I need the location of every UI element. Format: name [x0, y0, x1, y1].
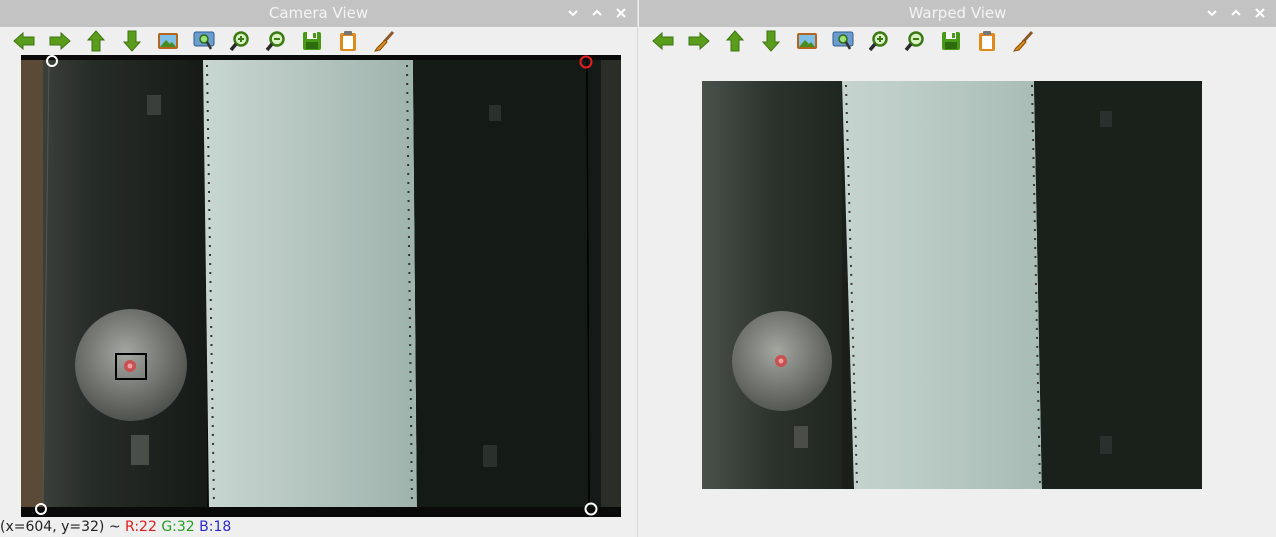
camera-view-window: Camera View (x=604, y=32) ~ R:22 G:32 B:…: [0, 0, 638, 537]
warped-view-window: Warped View: [639, 0, 1276, 537]
zoom-in-icon: [229, 31, 249, 52]
save-icon: [303, 32, 321, 50]
save-button[interactable]: [294, 28, 330, 54]
zoom-out-button[interactable]: [258, 28, 294, 54]
arrow-right-icon: [688, 31, 710, 51]
warped-image[interactable]: [702, 81, 1202, 489]
close-button[interactable]: [611, 3, 631, 23]
minimize-button[interactable]: [1202, 3, 1222, 23]
pixel-green-value: G:32: [161, 519, 195, 535]
zoom-fit-button[interactable]: [186, 28, 222, 54]
toolbar: [6, 28, 402, 54]
window-title: Camera View: [268, 4, 369, 22]
arrow-down-icon: [761, 30, 781, 52]
zoom-out-icon: [265, 31, 285, 52]
zoom-out-icon: [904, 31, 924, 52]
title-bar[interactable]: Warped View: [639, 0, 1276, 27]
arrow-up-icon: [86, 30, 106, 52]
maximize-button[interactable]: [587, 3, 607, 23]
minimize-button[interactable]: [563, 3, 583, 23]
camera-image[interactable]: [21, 55, 621, 517]
chevron-down-icon: [568, 10, 578, 17]
properties-button[interactable]: [366, 28, 402, 54]
pan-down-button[interactable]: [753, 28, 789, 54]
copy-icon: [979, 31, 995, 51]
chevron-up-icon: [592, 9, 602, 16]
window-title: Warped View: [908, 4, 1007, 22]
maximize-button[interactable]: [1226, 3, 1246, 23]
pan-up-button[interactable]: [78, 28, 114, 54]
close-icon: [1255, 8, 1265, 18]
pixel-blue-value: B:18: [199, 519, 232, 535]
pan-up-button[interactable]: [717, 28, 753, 54]
pan-right-button[interactable]: [681, 28, 717, 54]
status-bar: (x=604, y=32) ~ R:22 G:32 B:18: [0, 519, 231, 535]
arrow-up-icon: [725, 30, 745, 52]
toolbar: [645, 28, 1041, 54]
zoom-original-button[interactable]: [789, 28, 825, 54]
pixel-coords: (x=604, y=32) ~: [0, 519, 126, 535]
zoom-fit-icon: [832, 31, 854, 50]
zoom-in-button[interactable]: [861, 28, 897, 54]
image-icon: [797, 33, 817, 49]
chevron-down-icon: [1207, 10, 1217, 17]
arrow-left-icon: [652, 31, 674, 51]
zoom-in-button[interactable]: [222, 28, 258, 54]
copy-button[interactable]: [969, 28, 1005, 54]
chevron-up-icon: [1231, 9, 1241, 16]
pan-left-button[interactable]: [645, 28, 681, 54]
zoom-original-button[interactable]: [150, 28, 186, 54]
copy-icon: [340, 31, 356, 51]
copy-button[interactable]: [330, 28, 366, 54]
arrow-down-icon: [122, 30, 142, 52]
pan-right-button[interactable]: [42, 28, 78, 54]
title-bar[interactable]: Camera View: [0, 0, 637, 27]
zoom-in-icon: [868, 31, 888, 52]
zoom-fit-icon: [193, 31, 215, 50]
pan-down-button[interactable]: [114, 28, 150, 54]
zoom-out-button[interactable]: [897, 28, 933, 54]
save-button[interactable]: [933, 28, 969, 54]
arrow-right-icon: [49, 31, 71, 51]
properties-button[interactable]: [1005, 28, 1041, 54]
arrow-left-icon: [13, 31, 35, 51]
image-icon: [158, 33, 178, 49]
brush-icon: [1012, 30, 1034, 52]
close-button[interactable]: [1250, 3, 1270, 23]
zoom-fit-button[interactable]: [825, 28, 861, 54]
close-icon: [616, 8, 626, 18]
pan-left-button[interactable]: [6, 28, 42, 54]
brush-icon: [373, 30, 395, 52]
pixel-red-value: R:22: [125, 519, 157, 535]
save-icon: [942, 32, 960, 50]
